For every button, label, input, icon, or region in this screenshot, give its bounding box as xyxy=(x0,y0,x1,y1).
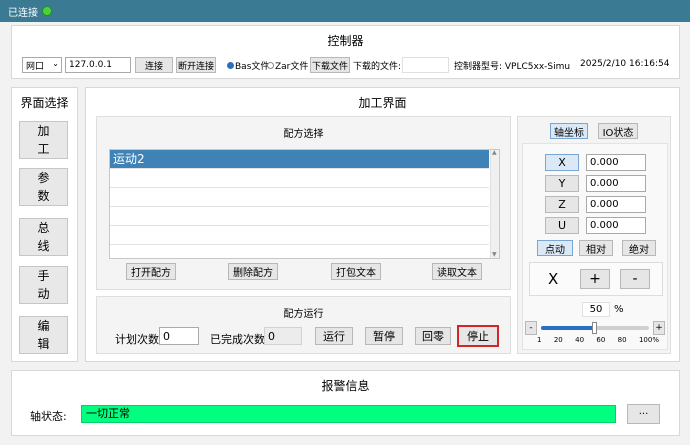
slider-tick-label: 80 xyxy=(617,336,627,344)
bas-file-radio[interactable] xyxy=(227,62,234,69)
axis-state-label: 轴状态: xyxy=(30,410,67,423)
nav-item-label: 手动 xyxy=(37,269,50,301)
slider-tick-label: 1 xyxy=(537,336,542,344)
recipe-select-panel: 配方选择 运动2 ▲ ▼ 打开配方 删除配方 打包文本 读取文本 xyxy=(96,116,511,290)
axis-coord-area: X 0.000 Y 0.000 Z 0.000 U 0.000 点动 相对 绝对… xyxy=(522,143,668,350)
alarm-more-button[interactable]: ··· xyxy=(627,404,660,424)
nav-panel: 界面选择 加工 参数 总线 手动 编辑 xyxy=(11,87,78,362)
speed-slider-ticks: 1 20 40 60 80 100% xyxy=(537,336,659,346)
controller-title: 控制器 xyxy=(327,34,364,48)
nav-title: 界面选择 xyxy=(20,96,69,110)
alarm-title: 报警信息 xyxy=(321,379,370,393)
zar-file-label[interactable]: Zar文件 xyxy=(275,59,308,72)
read-text-button[interactable]: 读取文本 xyxy=(432,263,482,280)
speed-value-field[interactable]: 50 xyxy=(582,302,610,317)
downloaded-file-label: 下载的文件: xyxy=(353,62,402,72)
slider-tick-label: 40 xyxy=(575,336,585,344)
recipe-select-title: 配方选择 xyxy=(283,129,324,140)
nav-item-label: 编辑 xyxy=(37,319,50,351)
recipe-run-panel: 配方运行 计划次数 0 已完成次数 0 运行 暂停 回零 停止 xyxy=(96,296,511,354)
nav-item-bus[interactable]: 总线 xyxy=(19,218,68,256)
mode-absolute-button[interactable]: 绝对 xyxy=(622,240,656,256)
port-select-value: 网口 xyxy=(26,61,45,72)
nav-item-process[interactable]: 加工 xyxy=(19,121,68,159)
axis-y-value: 0.000 xyxy=(586,175,646,192)
axis-panel: 轴坐标 IO状态 X 0.000 Y 0.000 Z 0.000 U 0.000… xyxy=(517,116,671,354)
datetime-label: 2025/2/10 16:16:54 xyxy=(580,59,670,69)
speed-plus-button[interactable]: + xyxy=(653,321,665,335)
mode-jog-button[interactable]: 点动 xyxy=(537,240,573,256)
jog-control-box: X + - xyxy=(529,262,663,296)
recipe-run-title: 配方运行 xyxy=(283,309,324,320)
speed-slider-thumb[interactable] xyxy=(592,322,597,334)
scroll-up-icon[interactable]: ▲ xyxy=(492,150,497,156)
speed-slider-fill xyxy=(541,326,595,330)
axis-z-button[interactable]: Z xyxy=(545,196,579,213)
jog-minus-button[interactable]: - xyxy=(620,269,650,289)
port-select[interactable]: 网口 ⌄ xyxy=(22,57,62,73)
recipe-list[interactable]: 运动2 ▲ ▼ xyxy=(109,149,500,259)
home-button[interactable]: 回零 xyxy=(415,327,451,345)
list-item[interactable] xyxy=(110,226,489,245)
jog-axis-label: X xyxy=(548,270,559,288)
axis-u-value: 0.000 xyxy=(586,217,646,234)
list-item[interactable] xyxy=(110,169,489,188)
done-count-label: 已完成次数 xyxy=(210,333,265,346)
pack-text-button[interactable]: 打包文本 xyxy=(331,263,381,280)
download-file-button[interactable]: 下载文件 xyxy=(310,57,350,73)
axis-state-field: 一切正常 xyxy=(81,405,616,423)
list-item[interactable] xyxy=(110,188,489,207)
run-button[interactable]: 运行 xyxy=(315,327,353,345)
plan-count-input[interactable]: 0 xyxy=(159,327,199,345)
delete-recipe-button[interactable]: 删除配方 xyxy=(228,263,278,280)
tab-io-status[interactable]: IO状态 xyxy=(598,123,638,139)
nav-item-label: 加工 xyxy=(37,124,50,156)
bas-file-label[interactable]: Bas文件 xyxy=(235,59,269,72)
slider-tick-label: 20 xyxy=(553,336,563,344)
nav-item-edit[interactable]: 编辑 xyxy=(19,316,68,354)
open-recipe-button[interactable]: 打开配方 xyxy=(126,263,176,280)
axis-z-value: 0.000 xyxy=(586,196,646,213)
axis-y-button[interactable]: Y xyxy=(545,175,579,192)
plan-count-label: 计划次数 xyxy=(115,333,159,346)
process-panel: 加工界面 配方选择 运动2 ▲ ▼ 打开配方 删除配方 打包文本 读取文本 配方… xyxy=(85,87,680,362)
nav-item-label: 总线 xyxy=(37,221,50,253)
list-scrollbar[interactable]: ▲ ▼ xyxy=(490,150,499,258)
controller-panel: 控制器 网口 ⌄ 127.0.0.1 连接 断开连接 Bas文件 Zar文件 下… xyxy=(11,25,680,79)
stop-button[interactable]: 停止 xyxy=(457,325,499,347)
nav-item-params[interactable]: 参数 xyxy=(19,168,68,206)
alarm-panel: 报警信息 轴状态: 一切正常 ··· xyxy=(11,370,680,436)
done-count-field: 0 xyxy=(264,327,302,345)
speed-slider[interactable] xyxy=(541,322,649,334)
speed-unit-label: % xyxy=(614,304,624,315)
axis-x-value: 0.000 xyxy=(586,154,646,171)
process-title: 加工界面 xyxy=(358,96,407,110)
zar-file-radio[interactable] xyxy=(267,62,274,69)
scroll-down-icon[interactable]: ▼ xyxy=(492,251,497,258)
connection-status-icon xyxy=(42,6,52,16)
mode-relative-button[interactable]: 相对 xyxy=(579,240,613,256)
recipe-item-label: 运动2 xyxy=(113,152,145,166)
pause-button[interactable]: 暂停 xyxy=(365,327,403,345)
connect-button[interactable]: 连接 xyxy=(135,57,173,73)
nav-item-label: 参数 xyxy=(37,171,50,203)
connection-status-label: 已连接 xyxy=(8,8,38,19)
window-titlebar: 已连接 xyxy=(0,0,690,22)
list-item[interactable] xyxy=(110,207,489,226)
ip-input[interactable]: 127.0.0.1 xyxy=(65,57,131,73)
controller-model-label: 控制器型号: VPLC5xx-Simu xyxy=(454,62,571,72)
axis-u-button[interactable]: U xyxy=(545,217,579,234)
speed-minus-button[interactable]: - xyxy=(525,321,537,335)
list-item[interactable]: 运动2 xyxy=(110,150,489,169)
axis-x-button[interactable]: X xyxy=(545,154,579,171)
chevron-down-icon: ⌄ xyxy=(52,59,59,68)
disconnect-button[interactable]: 断开连接 xyxy=(176,57,216,73)
tab-axis-coord[interactable]: 轴坐标 xyxy=(550,123,588,139)
slider-tick-label: 60 xyxy=(596,336,606,344)
axis-state-value: 一切正常 xyxy=(86,407,130,420)
nav-item-manual[interactable]: 手动 xyxy=(19,266,68,304)
jog-plus-button[interactable]: + xyxy=(580,269,610,289)
downloaded-file-field xyxy=(402,57,449,73)
slider-tick-label: 100% xyxy=(638,336,659,344)
